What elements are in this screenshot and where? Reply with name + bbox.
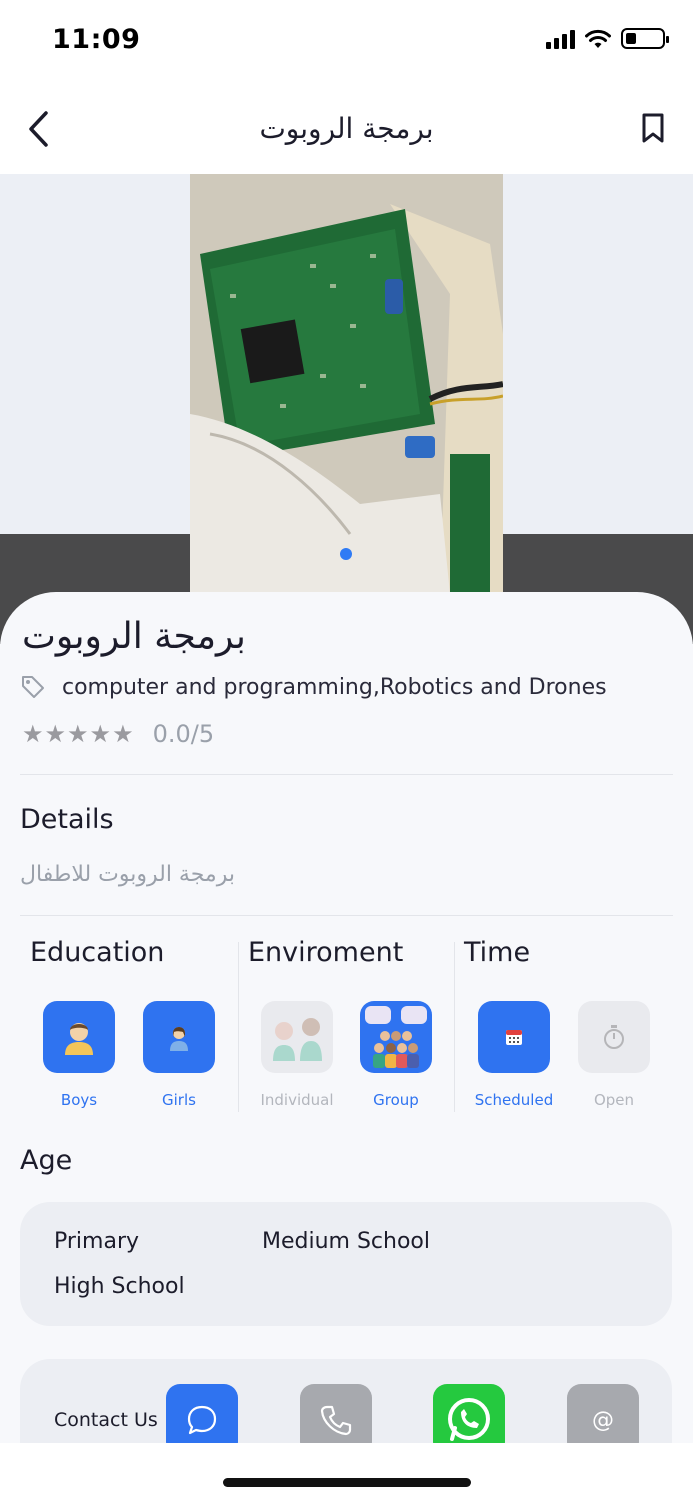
image-gallery[interactable]: [0, 174, 693, 644]
status-time: 11:09: [52, 24, 141, 55]
age-heading: Age: [20, 1145, 73, 1176]
home-indicator[interactable]: [223, 1478, 471, 1487]
option-open[interactable]: Open: [578, 1001, 650, 1109]
wifi-icon: [585, 29, 611, 48]
option-girls[interactable]: Girls: [143, 1001, 215, 1109]
tag-icon: [22, 676, 44, 698]
group-icon: [360, 1001, 432, 1073]
option-boys[interactable]: Boys: [43, 1001, 115, 1109]
time-heading: Time: [464, 937, 531, 968]
bookmark-icon[interactable]: [639, 112, 667, 144]
phone-icon[interactable]: [300, 1384, 372, 1452]
girl-icon: [143, 1001, 215, 1073]
circuit-board-photo: [190, 174, 503, 594]
divider: [454, 942, 455, 1112]
option-label: Individual: [260, 1091, 334, 1109]
age-item: High School: [54, 1274, 185, 1299]
calendar-icon: [478, 1001, 550, 1073]
chat-icon[interactable]: [166, 1384, 238, 1452]
status-bar: 11:09: [0, 0, 693, 84]
stopwatch-icon: [578, 1001, 650, 1073]
course-title: برمجة الروبوت: [22, 616, 246, 657]
education-section: Education: [30, 937, 164, 968]
individual-icon: [261, 1001, 333, 1073]
age-list: Primary Medium School High School: [20, 1202, 672, 1326]
option-label: Open: [593, 1091, 635, 1109]
divider: [20, 915, 673, 916]
battery-icon: [621, 28, 669, 49]
education-heading: Education: [30, 937, 165, 968]
boy-icon: [43, 1001, 115, 1073]
details-heading: Details: [20, 804, 114, 835]
option-label: Scheduled: [474, 1091, 554, 1109]
option-label: Girls: [162, 1091, 196, 1109]
navigation-bar: برمجة الروبوت: [0, 84, 693, 174]
details-text: برمجة الروبوت للاطفال: [20, 862, 235, 887]
environment-heading: Enviroment: [248, 937, 404, 968]
rating: ★★★★★ 0.0/5: [22, 720, 214, 748]
course-details-card: برمجة الروبوت computer and programming,R…: [0, 592, 693, 1452]
age-item: Primary: [54, 1229, 140, 1254]
divider: [238, 942, 239, 1112]
star-rating-icon: ★★★★★: [22, 720, 135, 748]
time-section: Time: [464, 937, 530, 968]
category-tags-text: computer and programming,Robotics and Dr…: [62, 674, 607, 700]
status-icons: [546, 28, 669, 49]
category-tags: computer and programming,Robotics and Dr…: [20, 674, 607, 700]
environment-section: Enviroment: [248, 937, 403, 968]
age-item: Medium School: [262, 1229, 430, 1254]
whatsapp-icon[interactable]: [433, 1384, 505, 1452]
gallery-page-dot[interactable]: [340, 548, 352, 560]
divider: [20, 774, 673, 775]
email-icon[interactable]: @: [567, 1384, 639, 1452]
option-individual[interactable]: Individual: [260, 1001, 334, 1109]
rating-value: 0.0/5: [152, 720, 215, 748]
home-indicator-area: [0, 1443, 693, 1500]
cellular-signal-icon: [546, 29, 575, 49]
contact-section: Contact Us @: [20, 1359, 672, 1452]
svg-text:@: @: [592, 1408, 614, 1433]
option-label: Boys: [60, 1091, 98, 1109]
nav-title: برمجة الروبوت: [259, 112, 434, 145]
option-group[interactable]: Group: [360, 1001, 432, 1109]
option-scheduled[interactable]: Scheduled: [475, 1001, 553, 1109]
contact-label: Contact Us: [54, 1409, 158, 1431]
option-label: Group: [373, 1091, 419, 1109]
